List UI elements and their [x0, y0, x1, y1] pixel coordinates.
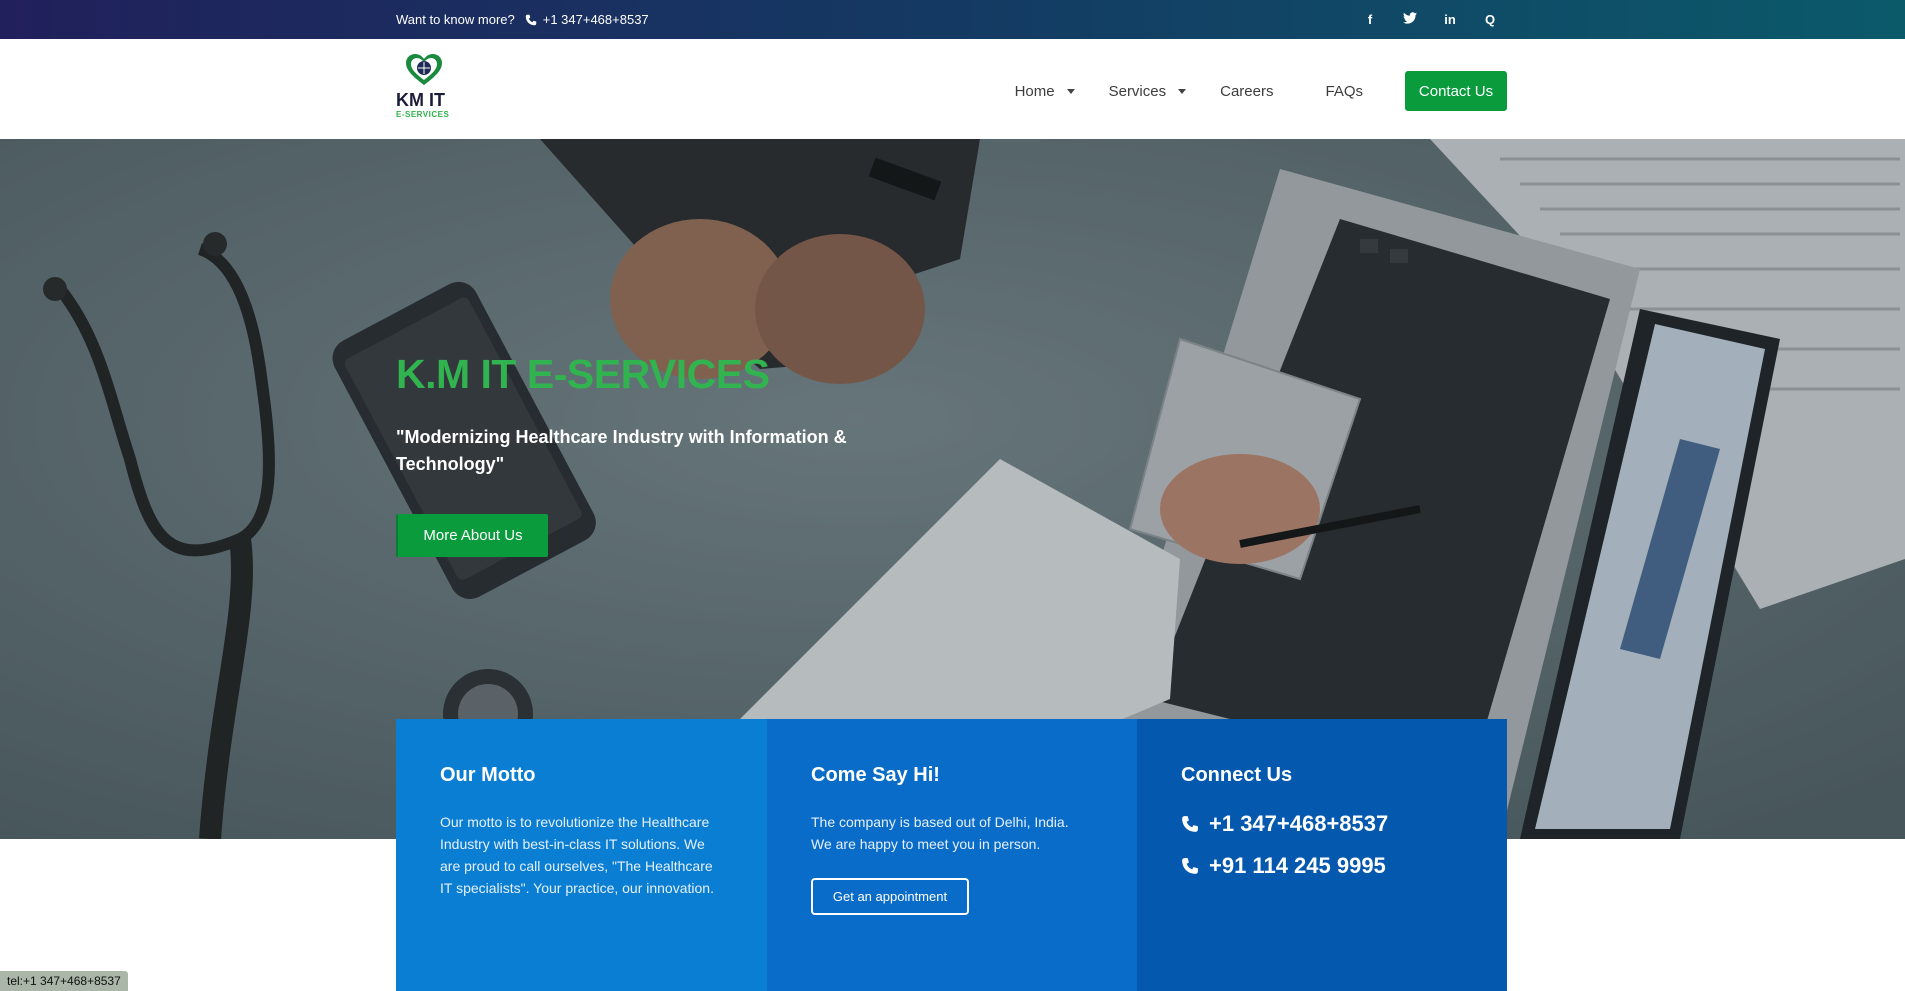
- nav-faqs-label: FAQs: [1325, 82, 1363, 100]
- logo-heart-icon: [406, 54, 442, 85]
- phone-icon: [1182, 858, 1198, 874]
- browser-status-bar: tel:+1 347+468+8537: [0, 971, 128, 991]
- hero-title: K.M IT E-SERVICES: [396, 351, 770, 397]
- logo-subtitle: E-SERVICES: [396, 110, 450, 119]
- more-about-us-button[interactable]: More About Us: [396, 514, 548, 557]
- get-appointment-button[interactable]: Get an appointment: [811, 878, 969, 915]
- nav-careers[interactable]: Careers: [1220, 83, 1273, 100]
- top-bar: Want to know more? +1 347+468+8537 f in …: [0, 0, 1905, 39]
- main-nav: Home Services Careers FAQs Contact Us: [981, 71, 1507, 111]
- phone-number-us: +1 347+468+8537: [1209, 811, 1389, 836]
- card-motto-text: Our motto is to revolutionize the Health…: [440, 814, 714, 896]
- card-connect-title: Connect Us: [1181, 764, 1293, 786]
- card-motto-title: Our Motto: [440, 764, 536, 786]
- social-links: f in Q: [1363, 12, 1497, 27]
- nav-faqs[interactable]: FAQs: [1325, 83, 1363, 100]
- top-tagline: Want to know more?: [396, 12, 515, 27]
- nav-services-label: Services: [1108, 82, 1167, 100]
- chevron-down-icon: [1178, 88, 1187, 94]
- chevron-down-icon: [1066, 88, 1075, 94]
- facebook-icon[interactable]: f: [1363, 12, 1377, 27]
- hero-subtitle: "Modernizing Healthcare Industry with In…: [396, 427, 847, 474]
- top-contact: Want to know more? +1 347+468+8537: [396, 12, 649, 27]
- nav-services[interactable]: Services: [1109, 83, 1187, 100]
- nav-home-label: Home: [1014, 82, 1055, 100]
- search-icon[interactable]: Q: [1483, 12, 1497, 27]
- card-our-motto: Our Motto Our motto is to revolutionize …: [396, 719, 767, 991]
- nav-home[interactable]: Home: [1015, 83, 1075, 100]
- card-hi-text: The company is based out of Delhi, India…: [811, 814, 1069, 852]
- logo-title: KM IT: [396, 90, 445, 110]
- card-connect-us: Connect Us +1 347+468+8537 +91 114 245 9…: [1137, 719, 1507, 991]
- card-come-say-hi: Come Say Hi! The company is based out of…: [767, 719, 1137, 991]
- linkedin-icon[interactable]: in: [1443, 12, 1457, 27]
- phone-link-us[interactable]: +1 347+468+8537: [1181, 811, 1463, 837]
- nav-careers-label: Careers: [1220, 82, 1274, 100]
- phone-icon: [525, 14, 536, 25]
- contact-us-button[interactable]: Contact Us: [1405, 71, 1507, 111]
- card-hi-title: Come Say Hi!: [811, 764, 940, 786]
- info-cards: Our Motto Our motto is to revolutionize …: [396, 719, 1507, 991]
- phone-number-india: +91 114 245 9995: [1209, 853, 1386, 878]
- top-phone-link[interactable]: +1 347+468+8537: [543, 12, 649, 27]
- phone-icon: [1182, 816, 1198, 832]
- twitter-icon[interactable]: [1403, 12, 1417, 27]
- phone-link-india[interactable]: +91 114 245 9995: [1181, 853, 1463, 879]
- site-header: KM IT E-SERVICES Home Services Careers F…: [0, 39, 1905, 139]
- site-logo[interactable]: KM IT E-SERVICES: [396, 53, 456, 119]
